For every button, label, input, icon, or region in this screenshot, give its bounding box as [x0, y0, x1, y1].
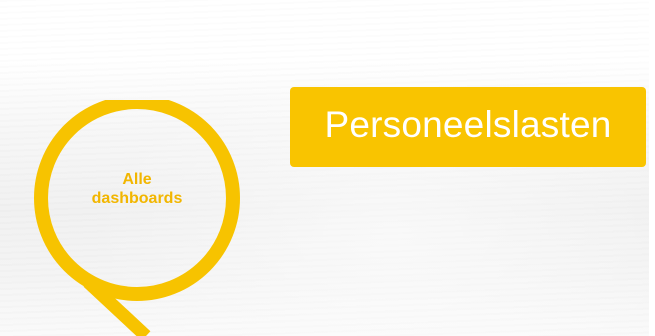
page-title: Personeelslasten — [324, 104, 612, 145]
all-dashboards-label: Alle dashboards — [82, 170, 192, 208]
all-dashboards-label-line1: Alle — [122, 171, 152, 188]
all-dashboards-label-line2: dashboards — [91, 190, 183, 207]
magnifier-ring-icon — [34, 100, 240, 336]
dashboard-canvas: Alle dashboards Personeelslasten — [0, 0, 655, 336]
right-edge-divider — [649, 0, 655, 336]
page-title-banner: Personeelslasten — [290, 87, 646, 167]
all-dashboards-button[interactable]: Alle dashboards — [22, 100, 252, 336]
